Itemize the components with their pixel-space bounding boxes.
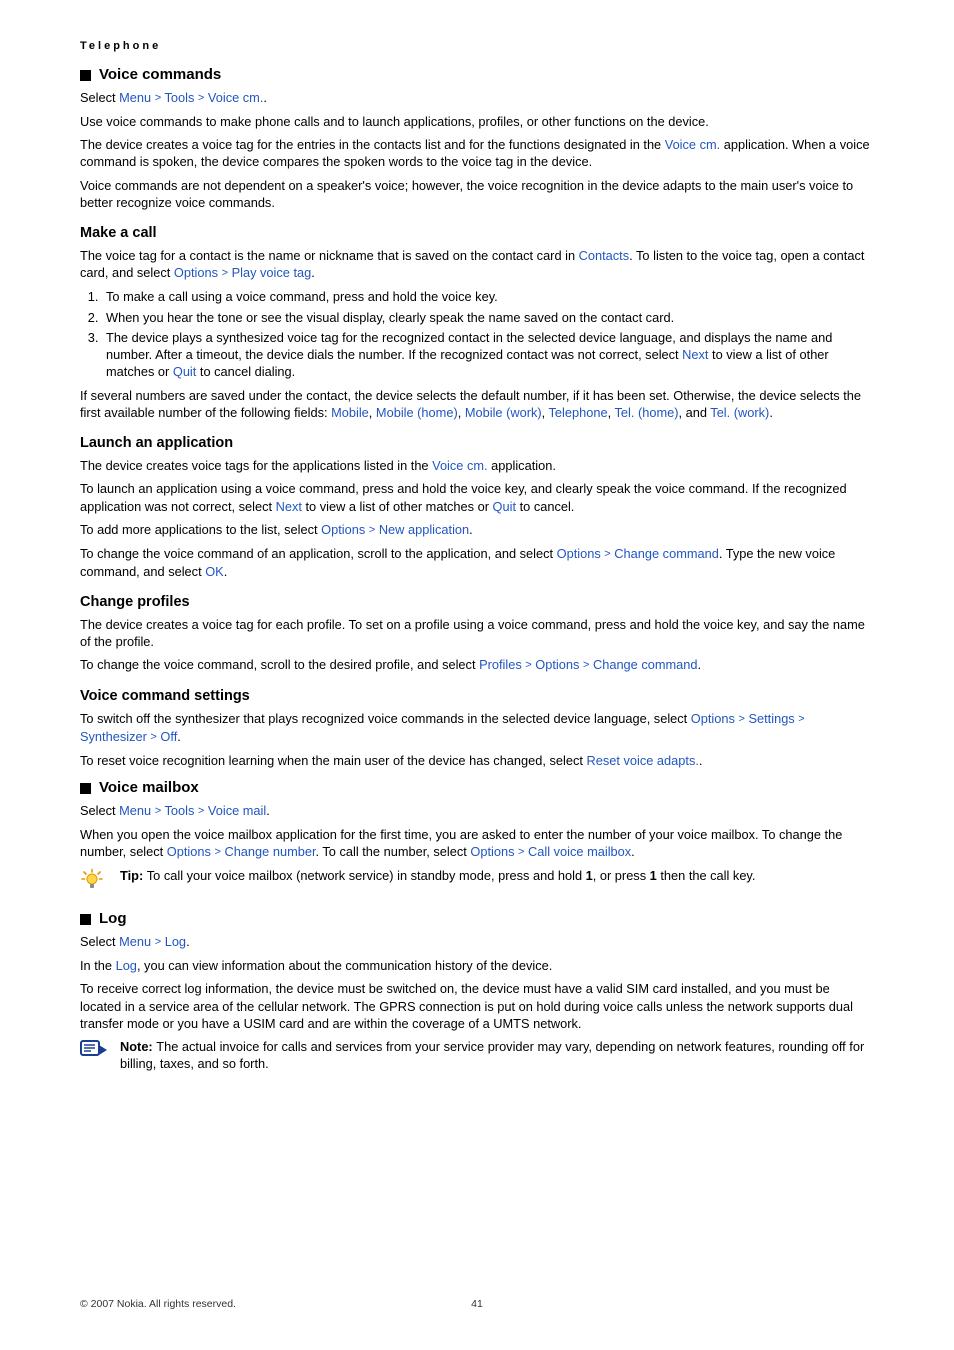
ordered-list: To make a call using a voice command, pr… xyxy=(80,288,874,380)
body-text: Use voice commands to make phone calls a… xyxy=(80,113,874,130)
list-item: To make a call using a voice command, pr… xyxy=(102,288,874,305)
select-path: Select Menu > Tools > Voice mail. xyxy=(80,802,874,820)
body-text: When you open the voice mailbox applicat… xyxy=(80,826,874,861)
page-number: 41 xyxy=(471,1298,483,1310)
body-text: To reset voice recognition learning when… xyxy=(80,752,874,769)
section-heading-voice-commands: Voice commands xyxy=(80,66,874,83)
section-heading-log: Log xyxy=(80,910,874,927)
tip-text: Tip: To call your voice mailbox (network… xyxy=(120,867,874,884)
note-row: Note: The actual invoice for calls and s… xyxy=(80,1038,874,1073)
body-text: The voice tag for a contact is the name … xyxy=(80,247,874,282)
heading-text: Voice commands xyxy=(99,66,221,83)
list-item: When you hear the tone or see the visual… xyxy=(102,309,874,326)
subheading-voice-command-settings: Voice command settings xyxy=(80,688,874,704)
heading-text: Log xyxy=(99,910,127,927)
subheading-change-profiles: Change profiles xyxy=(80,594,874,610)
list-item: The device plays a synthesized voice tag… xyxy=(102,329,874,381)
heading-text: Voice mailbox xyxy=(99,779,199,796)
tip-lightbulb-icon xyxy=(80,867,120,892)
body-text: In the Log, you can view information abo… xyxy=(80,957,874,974)
page-header: Telephone xyxy=(80,40,874,52)
body-text: To launch an application using a voice c… xyxy=(80,480,874,515)
tip-row: Tip: To call your voice mailbox (network… xyxy=(80,867,874,892)
select-path: Select Menu > Log. xyxy=(80,933,874,951)
subheading-launch-application: Launch an application xyxy=(80,435,874,451)
body-text: Voice commands are not dependent on a sp… xyxy=(80,177,874,212)
note-icon xyxy=(80,1038,120,1061)
body-text: To change the voice command of an applic… xyxy=(80,545,874,580)
select-path: Select Menu > Tools > Voice cm.. xyxy=(80,89,874,107)
body-text: If several numbers are saved under the c… xyxy=(80,387,874,422)
subheading-make-a-call: Make a call xyxy=(80,225,874,241)
square-bullet-icon xyxy=(80,783,91,794)
body-text: To switch off the synthesizer that plays… xyxy=(80,710,874,746)
body-text: The device creates a voice tag for the e… xyxy=(80,136,874,171)
body-text: To receive correct log information, the … xyxy=(80,980,874,1032)
body-text: To change the voice command, scroll to t… xyxy=(80,656,874,674)
section-heading-voice-mailbox: Voice mailbox xyxy=(80,779,874,796)
body-text: The device creates voice tags for the ap… xyxy=(80,457,874,474)
square-bullet-icon xyxy=(80,914,91,925)
copyright-text: © 2007 Nokia. All rights reserved. xyxy=(80,1298,236,1310)
body-text: The device creates a voice tag for each … xyxy=(80,616,874,651)
body-text: To add more applications to the list, se… xyxy=(80,521,874,539)
page-footer: © 2007 Nokia. All rights reserved. 41 xyxy=(80,1298,874,1310)
square-bullet-icon xyxy=(80,70,91,81)
note-text: Note: The actual invoice for calls and s… xyxy=(120,1038,874,1073)
